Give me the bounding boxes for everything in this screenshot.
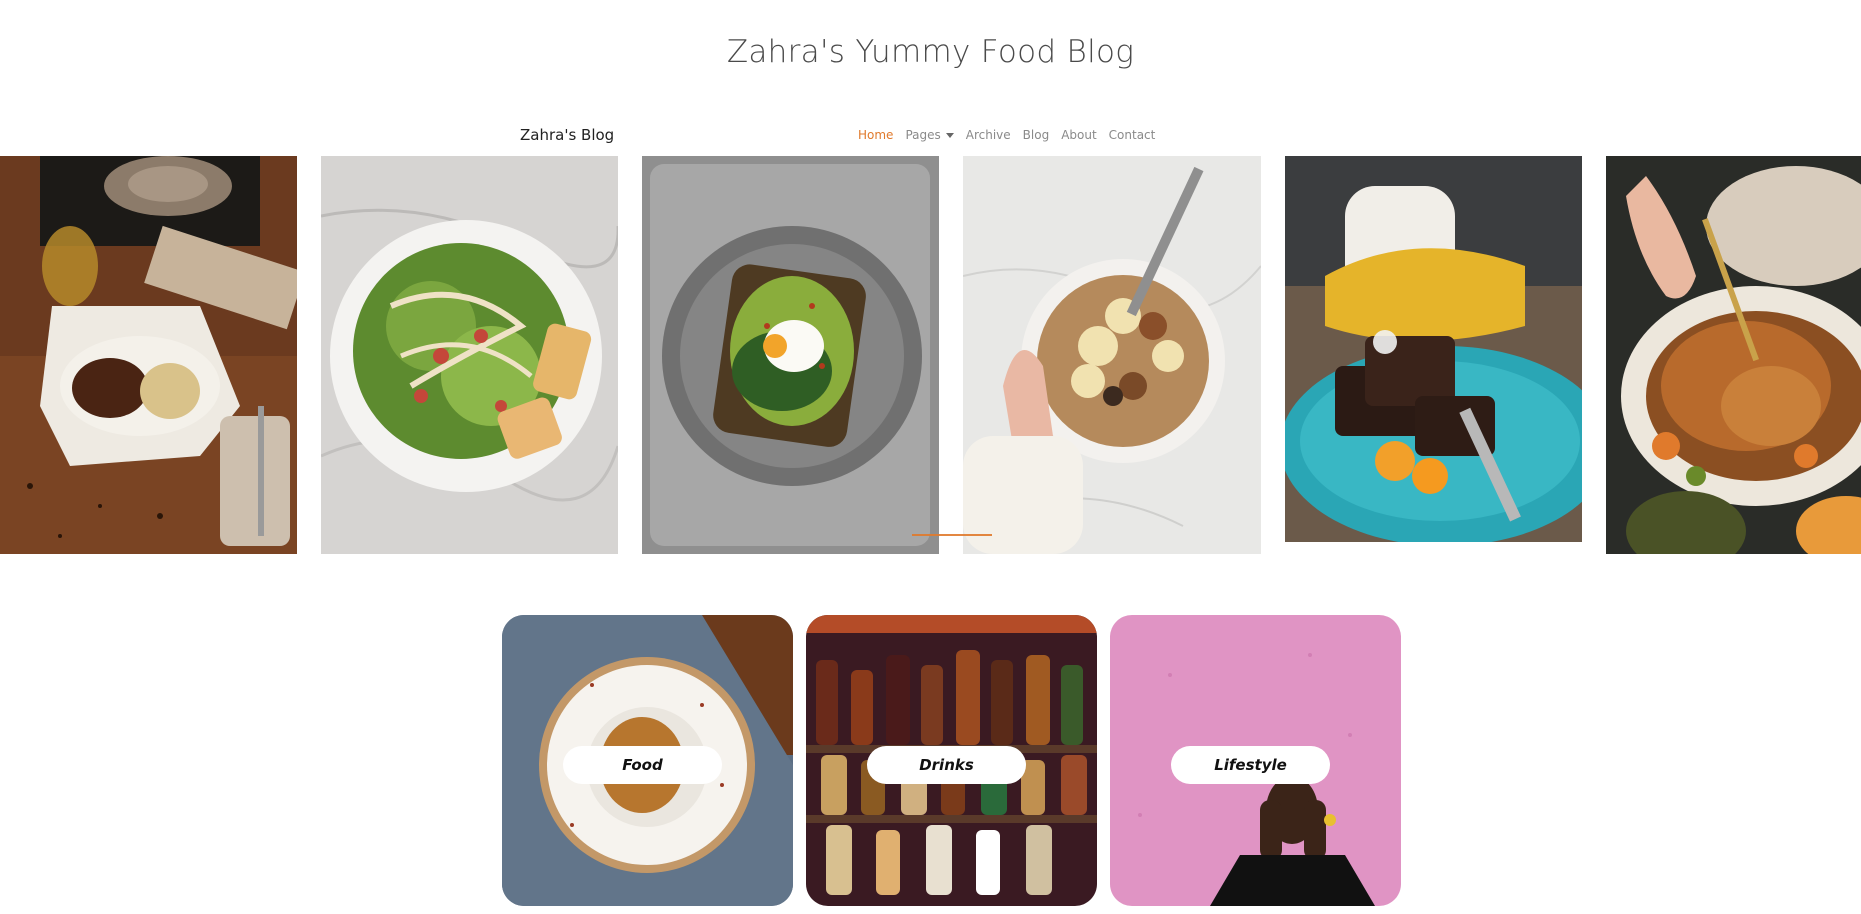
carousel-slide-brownies[interactable] [1285,156,1582,542]
carousel-indicator[interactable] [912,534,992,536]
caret-down-icon [945,133,954,138]
nav-archive[interactable]: Archive [966,128,1011,142]
site-title: Zahra's Yummy Food Blog [726,34,1135,70]
nav-contact[interactable]: Contact [1109,128,1156,142]
category-label-lifestyle[interactable]: Lifestyle [1171,746,1330,784]
carousel-slide-steak[interactable] [0,156,297,554]
brand-link[interactable]: Zahra's Blog [520,126,614,144]
category-label-drinks[interactable]: Drinks [867,746,1026,784]
category-label-food[interactable]: Food [563,746,722,784]
nav-home[interactable]: Home [858,128,893,142]
category-card-lifestyle[interactable]: Lifestyle [1110,615,1401,906]
category-card-drinks[interactable]: Drinks [806,615,1097,906]
category-card-food[interactable]: Food [502,615,793,906]
carousel-slide-salad[interactable] [321,156,618,554]
nav-about[interactable]: About [1061,128,1096,142]
nav-pages[interactable]: Pages [905,128,954,142]
nav-blog[interactable]: Blog [1023,128,1050,142]
carousel-slide-roast-chicken[interactable] [1606,156,1861,554]
nav-pages-label: Pages [905,128,941,142]
main-nav: Home Pages Archive Blog About Contact [858,128,1155,142]
food-carousel[interactable] [0,156,1861,554]
carousel-slide-granola-bowl[interactable] [963,156,1261,554]
carousel-slide-avocado-toast[interactable] [642,156,939,554]
